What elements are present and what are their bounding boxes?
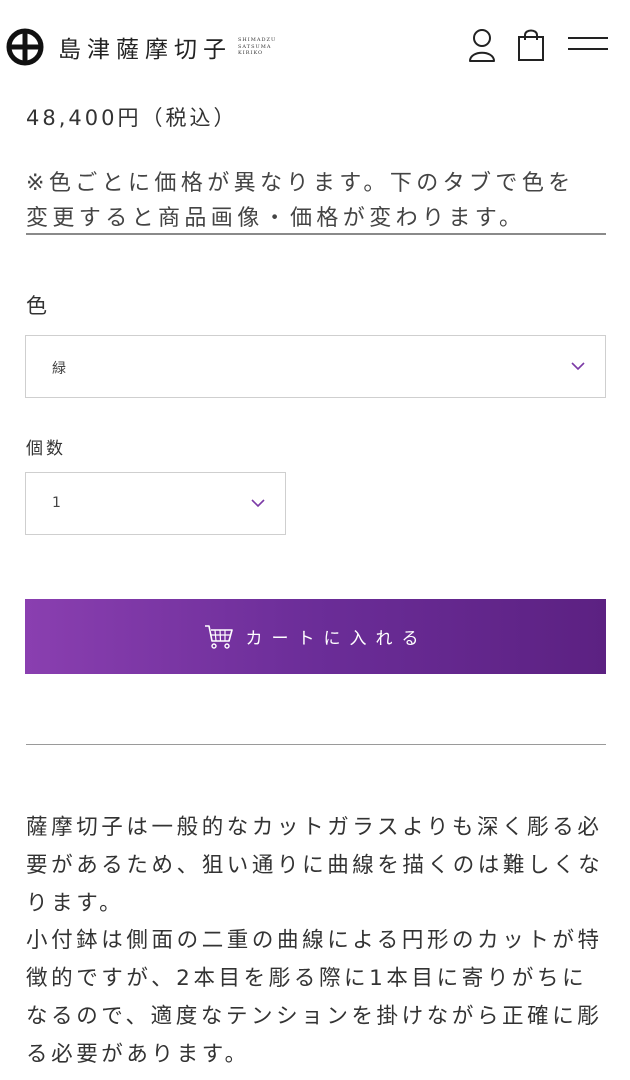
description-paragraph: 薩摩切子は一般的なカットガラスよりも深く彫る必要があるため、狙い通りに曲線を描く… [26,815,604,916]
add-to-cart-button[interactable]: カートに入れる [25,599,606,674]
quantity-select-value: 1 [52,495,61,511]
product-price: 48,400円（税込） [26,106,238,130]
chevron-down-icon [251,499,265,508]
user-icon[interactable] [466,28,498,62]
notice-underline [26,233,606,235]
site-header: 島津薩摩切子 SHIMADZU SATSUMA KIRIKO [0,0,630,90]
color-select[interactable]: 緑 [25,335,606,398]
site-logo[interactable]: 島津薩摩切子 SHIMADZU SATSUMA KIRIKO [6,28,276,66]
color-label: 色 [26,294,47,318]
logo-sub-line: KIRIKO [238,50,264,57]
logo-subtitle: SHIMADZU SATSUMA KIRIKO [238,37,276,57]
product-description: 薩摩切子は一般的なカットガラスよりも深く彫る必要があるため、狙い通りに曲線を描く… [26,809,611,1074]
quantity-select[interactable]: 1 [25,472,286,535]
shopping-cart-icon [204,624,233,649]
section-divider [26,744,606,745]
logo-text: 島津薩摩切子 [58,37,232,63]
price-notice: ※色ごとに価格が異なります。下のタブで色を 変更すると商品画像・価格が変わります… [26,166,606,236]
product-page: 島津薩摩切子 SHIMADZU SATSUMA KIRIKO 48,400円（税… [0,0,630,1080]
shopping-bag-icon[interactable] [515,28,547,62]
brand-mark-icon [6,28,44,66]
price-notice-line: 変更すると商品画像・価格が変わります。 [26,206,526,231]
color-select-value: 緑 [52,361,66,377]
logo-sub-line: SHIMADZU [238,37,277,44]
add-to-cart-label: カートに入れる [245,629,428,649]
price-notice-line: ※色ごとに価格が異なります。下のタブで色を [26,171,575,196]
chevron-down-icon [571,362,585,371]
description-paragraph: 小付鉢は側面の二重の曲線による円形のカットが特徴的ですが、2本目を彫る際に1本目… [26,928,603,1067]
hamburger-menu-icon[interactable] [568,34,608,54]
quantity-label: 個数 [26,439,66,459]
